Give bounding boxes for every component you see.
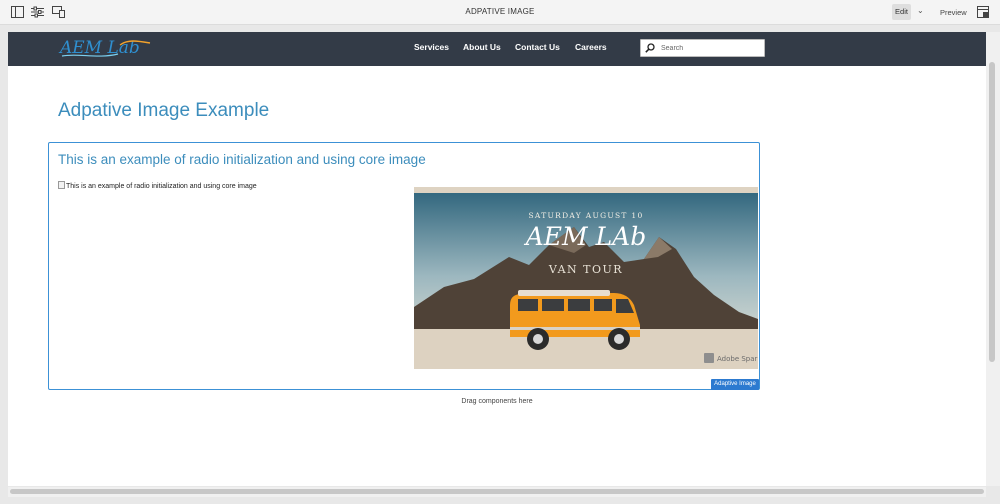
preview-button[interactable]: Preview <box>940 8 967 17</box>
vertical-scroll-thumb[interactable] <box>989 62 995 362</box>
horizontal-scrollbar[interactable] <box>8 487 986 497</box>
hero-illustration: SATURDAY AUGUST 10 AEM LAb VAN TOUR Adob… <box>414 187 758 369</box>
component-title: This is an example of radio initializati… <box>58 152 426 167</box>
nav-contact-us[interactable]: Contact Us <box>515 42 560 52</box>
edit-mode-button[interactable]: Edit <box>892 4 911 20</box>
broken-image: This is an example of radio initializati… <box>58 181 257 190</box>
chevron-down-icon[interactable]: ⌄ <box>917 6 924 15</box>
adobe-spark-icon <box>704 353 714 363</box>
page-title: ADPATIVE IMAGE <box>465 7 535 16</box>
component-badge[interactable]: Adaptive Image <box>711 379 759 390</box>
nav-services[interactable]: Services <box>414 42 449 52</box>
watermark-text: Adobe Spark <box>717 355 758 363</box>
search-box[interactable] <box>640 39 765 57</box>
hero-sub-text: VAN TOUR <box>548 263 623 276</box>
page-heading: Adpative Image Example <box>58 100 270 121</box>
nav-about-us[interactable]: About Us <box>463 42 501 52</box>
annotations-icon[interactable] <box>977 6 989 18</box>
image-alt-text: This is an example of radio initializati… <box>66 183 257 190</box>
search-input[interactable] <box>661 42 761 54</box>
horizontal-scroll-thumb[interactable] <box>10 489 984 494</box>
adaptive-image-component[interactable]: This is an example of radio initializati… <box>48 142 760 390</box>
search-icon <box>645 43 655 53</box>
page-canvas: AEM Lab Services About Us Contact Us Car… <box>8 32 986 486</box>
vertical-scrollbar[interactable] <box>986 32 1000 486</box>
editor-toolbar: ADPATIVE IMAGE Edit ⌄ Preview <box>0 0 1000 25</box>
hero-date-text: SATURDAY AUGUST 10 <box>528 211 643 220</box>
hero-brand-text: AEM LAb <box>524 222 647 251</box>
hero-image: SATURDAY AUGUST 10 AEM LAb VAN TOUR Adob… <box>414 187 758 369</box>
nav-careers[interactable]: Careers <box>575 42 607 52</box>
site-navigation: AEM Lab Services About Us Contact Us Car… <box>8 32 986 66</box>
drop-zone[interactable]: Drag components here <box>8 398 986 405</box>
site-logo[interactable]: AEM Lab <box>58 35 158 61</box>
broken-image-icon <box>58 181 65 189</box>
